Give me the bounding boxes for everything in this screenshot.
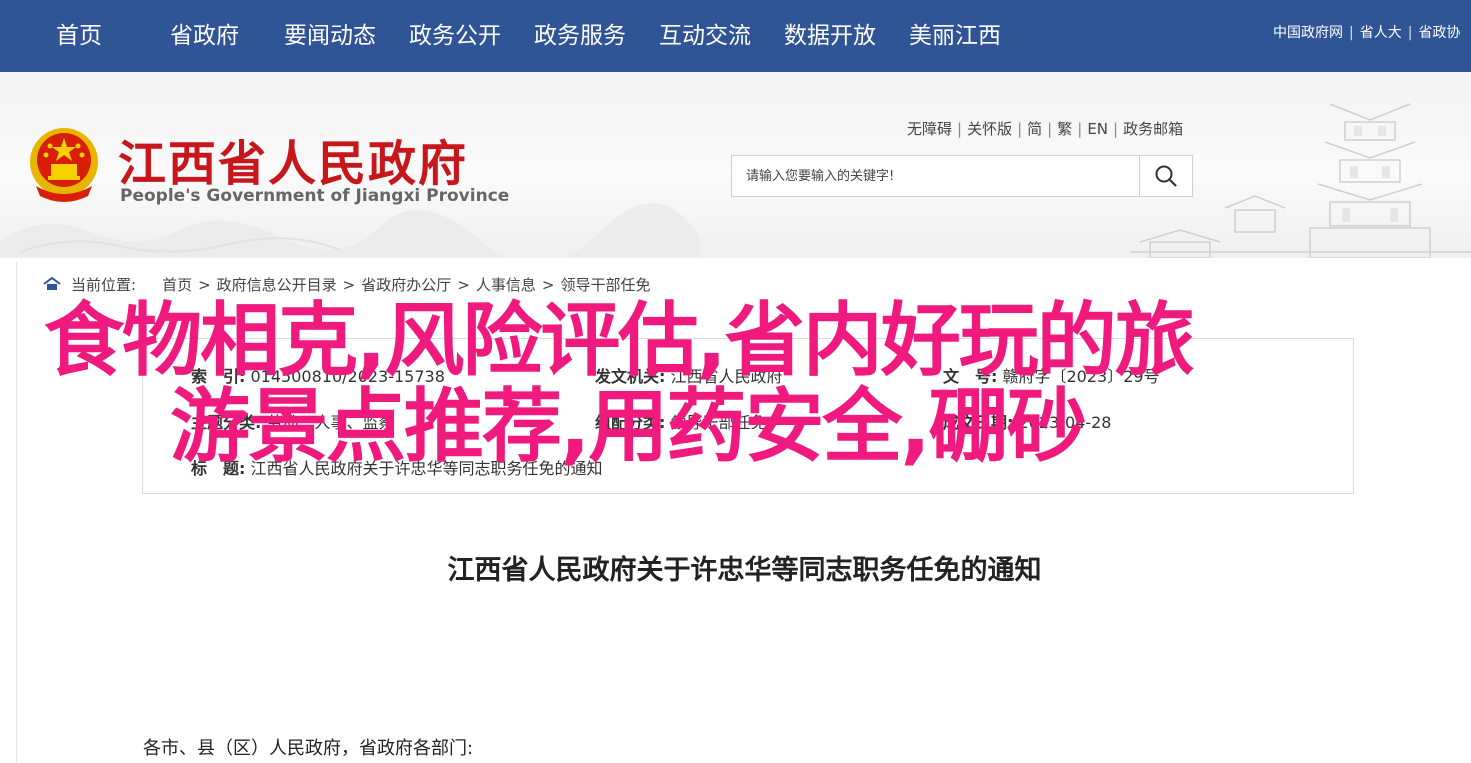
care-mode-link[interactable]: 关怀版 — [967, 120, 1012, 138]
breadcrumb-separator: > — [342, 276, 356, 294]
breadcrumb: 当前位置: 首页 > 政府信息公开目录 > 省政府办公厅 > 人事信息 > 领导干部任免 — [43, 274, 650, 295]
nav-item-beautiful-jiangxi[interactable]: 美丽江西 — [909, 0, 1001, 72]
search-input[interactable] — [732, 156, 1140, 196]
divider: | — [1077, 120, 1083, 138]
link-china-gov[interactable]: 中国政府网 — [1273, 25, 1343, 41]
breadcrumb-separator: > — [541, 276, 555, 294]
site-subtitle: People's Government of Jiangxi Province — [120, 186, 510, 206]
divider: | — [957, 120, 963, 138]
divider: | — [1407, 25, 1413, 41]
divider: | — [1113, 120, 1119, 138]
nav-item-provincial-gov[interactable]: 省政府 — [170, 0, 239, 72]
pagoda-illustration — [1130, 103, 1471, 258]
breadcrumb-personnel-info[interactable]: 人事信息 — [476, 276, 536, 294]
breadcrumb-general-office[interactable]: 省政府办公厅 — [361, 276, 451, 294]
site-title: 江西省人民政府 — [118, 136, 469, 192]
overlay-keyword-text: 食物相克,风险评估,省内好玩的旅 游景点推荐,用药安全,硼砂 — [44, 298, 1344, 470]
nav-item-news[interactable]: 要闻动态 — [284, 0, 376, 72]
link-provincial-congress[interactable]: 省人大 — [1360, 25, 1402, 41]
top-external-links: 中国政府网 | 省人大 | 省政协 — [1273, 0, 1460, 66]
top-nav-bar: 首页 省政府 要闻动态 政务公开 政务服务 互动交流 数据开放 美丽江西 中国政… — [0, 0, 1471, 72]
overlay-line-1: 食物相克,风险评估,省内好玩的旅 — [44, 294, 1195, 387]
home-icon — [43, 276, 61, 290]
divider: | — [1349, 25, 1354, 41]
document-title: 江西省人民政府关于许忠华等同志职务任免的通知 — [447, 555, 1042, 586]
nav-item-gov-services[interactable]: 政务服务 — [534, 0, 626, 72]
nav-item-interaction[interactable]: 互动交流 — [659, 0, 751, 72]
nav-item-open-data[interactable]: 数据开放 — [784, 0, 876, 72]
accessibility-link[interactable]: 无障碍 — [907, 120, 952, 138]
breadcrumb-cadre-appointments[interactable]: 领导干部任免 — [560, 276, 650, 294]
breadcrumb-separator: > — [457, 276, 470, 294]
nav-item-home[interactable]: 首页 — [56, 0, 102, 72]
divider: | — [1047, 120, 1053, 138]
simplified-chinese-link[interactable]: 简 — [1027, 120, 1042, 138]
site-header: 江西省人民政府 People's Government of Jiangxi P… — [0, 72, 1471, 258]
document-salutation: 各市、县（区）人民政府，省政府各部门: — [143, 738, 474, 759]
breadcrumb-label: 当前位置: — [71, 276, 137, 294]
breadcrumb-home[interactable]: 首页 — [162, 276, 192, 294]
nav-item-gov-affairs-open[interactable]: 政务公开 — [409, 0, 501, 72]
traditional-chinese-link[interactable]: 繁 — [1057, 120, 1072, 138]
breadcrumb-info-catalog[interactable]: 政府信息公开目录 — [217, 276, 337, 294]
search-box — [731, 155, 1193, 197]
breadcrumb-separator: > — [198, 276, 211, 294]
link-provincial-cppcc[interactable]: 省政协 — [1418, 25, 1460, 41]
divider: | — [1017, 120, 1023, 138]
english-link[interactable]: EN — [1087, 120, 1108, 138]
overlay-line-2: 游景点推荐,用药安全,硼砂 — [170, 380, 1087, 473]
national-emblem-icon — [30, 128, 98, 202]
